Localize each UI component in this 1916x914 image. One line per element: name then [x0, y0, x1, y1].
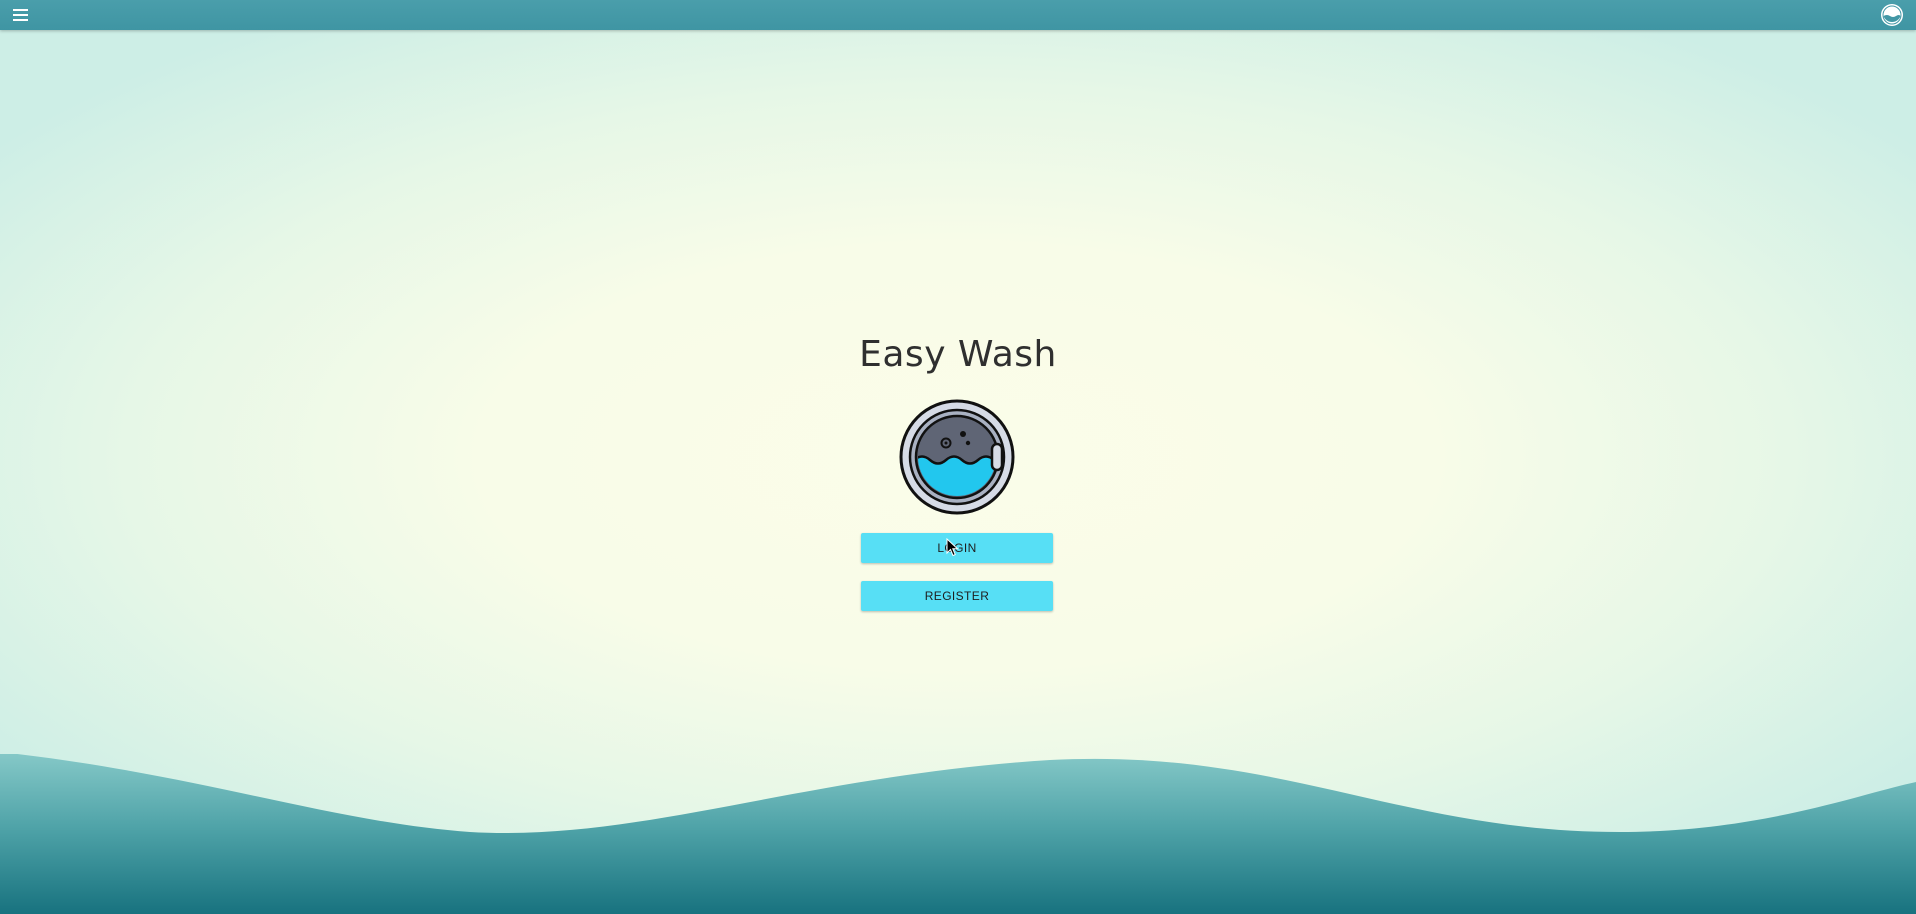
- top-app-bar: [0, 0, 1916, 30]
- app-title: Easy Wash: [859, 334, 1057, 375]
- washer-logo-icon[interactable]: [1880, 3, 1904, 27]
- menu-icon-line: [13, 9, 28, 11]
- landing-content: Easy Wash LOGIN REGISTER: [0, 0, 1916, 914]
- menu-icon[interactable]: [10, 6, 32, 24]
- menu-icon-line: [13, 19, 28, 21]
- mouse-cursor-icon: [946, 538, 959, 557]
- register-button[interactable]: REGISTER: [861, 581, 1053, 611]
- washing-machine-icon: [899, 399, 1015, 515]
- menu-icon-line: [13, 14, 28, 16]
